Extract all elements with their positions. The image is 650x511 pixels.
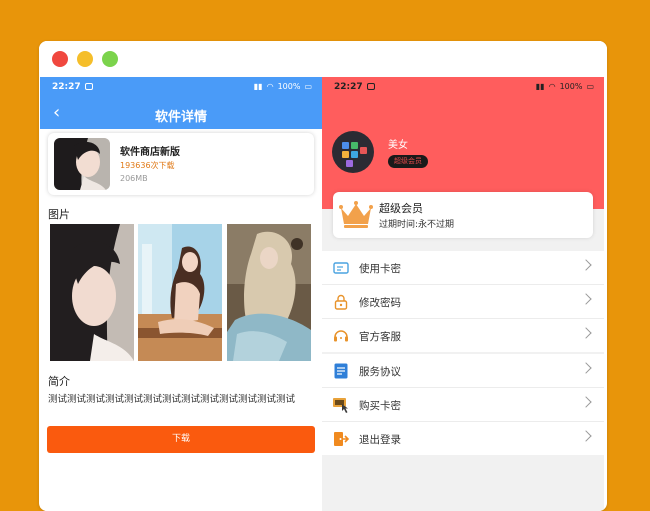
status-time: 22:27 — [52, 82, 81, 92]
card-icon — [333, 262, 349, 274]
status-bar: 22:27 ▮▮ ◠ 100% ▭ — [40, 77, 322, 99]
maximize-window-button[interactable] — [102, 51, 118, 67]
app-icon-image — [54, 138, 110, 190]
document-icon — [334, 363, 348, 379]
screenshot-photo-1[interactable] — [50, 224, 134, 361]
menu-group-misc: 服务协议 购买卡密 退出登录 — [322, 354, 604, 455]
pictures-heading: 图片 — [48, 208, 70, 221]
system-status: ▮▮ ◠ 100% ▭ — [254, 82, 312, 91]
app-info-card: 软件商店新版 193636次下载 206MB — [48, 133, 314, 195]
vip-expiry: 过期时间:永不过期 — [379, 220, 455, 230]
menu-item-support[interactable]: 官方客服 — [322, 319, 604, 352]
chevron-right-icon — [580, 259, 592, 271]
menu-item-use-card[interactable]: 使用卡密 — [322, 251, 604, 285]
app-window: 22:27 ▮▮ ◠ 100% ▭ ‹ 软件详情 软件商店新版 193636次下… — [39, 41, 607, 511]
intro-text: 测试测试测试测试测试测试测试测试测试测试测试测试测试 — [48, 394, 296, 405]
chevron-right-icon — [580, 396, 592, 408]
menu-item-buy-card[interactable]: 购买卡密 — [322, 388, 604, 422]
battery-icon: ▭ — [586, 82, 594, 91]
avatar[interactable] — [332, 131, 374, 173]
vip-title: 超级会员 — [379, 202, 423, 215]
menu-label: 服务协议 — [359, 366, 401, 378]
status-bar: 22:27 ▮▮ ◠ 100% ▭ — [322, 77, 604, 99]
menu-label: 使用卡密 — [359, 263, 401, 275]
app-detail-screen: 22:27 ▮▮ ◠ 100% ▭ ‹ 软件详情 软件商店新版 193636次下… — [40, 77, 322, 511]
download-count: 193636次下载 — [120, 161, 175, 170]
notification-icon — [85, 83, 93, 90]
menu-item-service-agreement[interactable]: 服务协议 — [322, 354, 604, 388]
close-window-button[interactable] — [52, 51, 68, 67]
menu-label: 退出登录 — [359, 434, 401, 446]
download-button[interactable]: 下载 — [47, 426, 315, 453]
nav-bar: ‹ 软件详情 — [40, 99, 322, 129]
app-size: 206MB — [120, 174, 148, 183]
chevron-right-icon — [580, 362, 592, 374]
screenshot-photo-2[interactable] — [138, 224, 222, 361]
minimize-window-button[interactable] — [77, 51, 93, 67]
system-status: ▮▮ ◠ 100% ▭ — [536, 82, 594, 91]
window-titlebar — [39, 41, 607, 77]
chevron-right-icon — [580, 430, 592, 442]
buy-icon — [333, 398, 348, 413]
page-title: 软件详情 — [154, 110, 207, 125]
crown-icon — [339, 201, 373, 228]
logout-icon — [334, 432, 350, 446]
menu-label: 购买卡密 — [359, 400, 401, 412]
status-time: 22:27 — [334, 82, 363, 92]
vip-card[interactable]: 超级会员 过期时间:永不过期 — [333, 192, 593, 238]
screenshot-photo-3[interactable] — [227, 224, 311, 361]
profile-screen: 22:27 ▮▮ ◠ 100% ▭ 美女 超级会员 超级会员 过期时间:永不过期… — [322, 77, 604, 511]
chevron-right-icon — [580, 327, 592, 339]
intro-heading: 简介 — [48, 375, 70, 388]
notification-icon — [367, 83, 375, 90]
battery-level: 100% — [559, 82, 583, 91]
menu-item-logout[interactable]: 退出登录 — [322, 422, 604, 455]
lock-icon — [334, 294, 348, 310]
app-name: 软件商店新版 — [120, 147, 180, 158]
member-badge: 超级会员 — [388, 155, 428, 168]
wifi-icon: ◠ — [548, 82, 556, 91]
signal-icon: ▮▮ — [253, 82, 263, 91]
username: 美女 — [388, 140, 408, 151]
battery-level: 100% — [277, 82, 301, 91]
menu-item-change-password[interactable]: 修改密码 — [322, 285, 604, 319]
chevron-right-icon — [580, 293, 592, 305]
menu-group-account: 使用卡密 修改密码 官方客服 — [322, 251, 604, 352]
signal-icon: ▮▮ — [535, 82, 545, 91]
wifi-icon: ◠ — [266, 82, 274, 91]
headset-icon — [334, 330, 348, 342]
battery-icon: ▭ — [304, 82, 312, 91]
menu-label: 修改密码 — [359, 297, 401, 309]
menu-label: 官方客服 — [359, 331, 401, 343]
